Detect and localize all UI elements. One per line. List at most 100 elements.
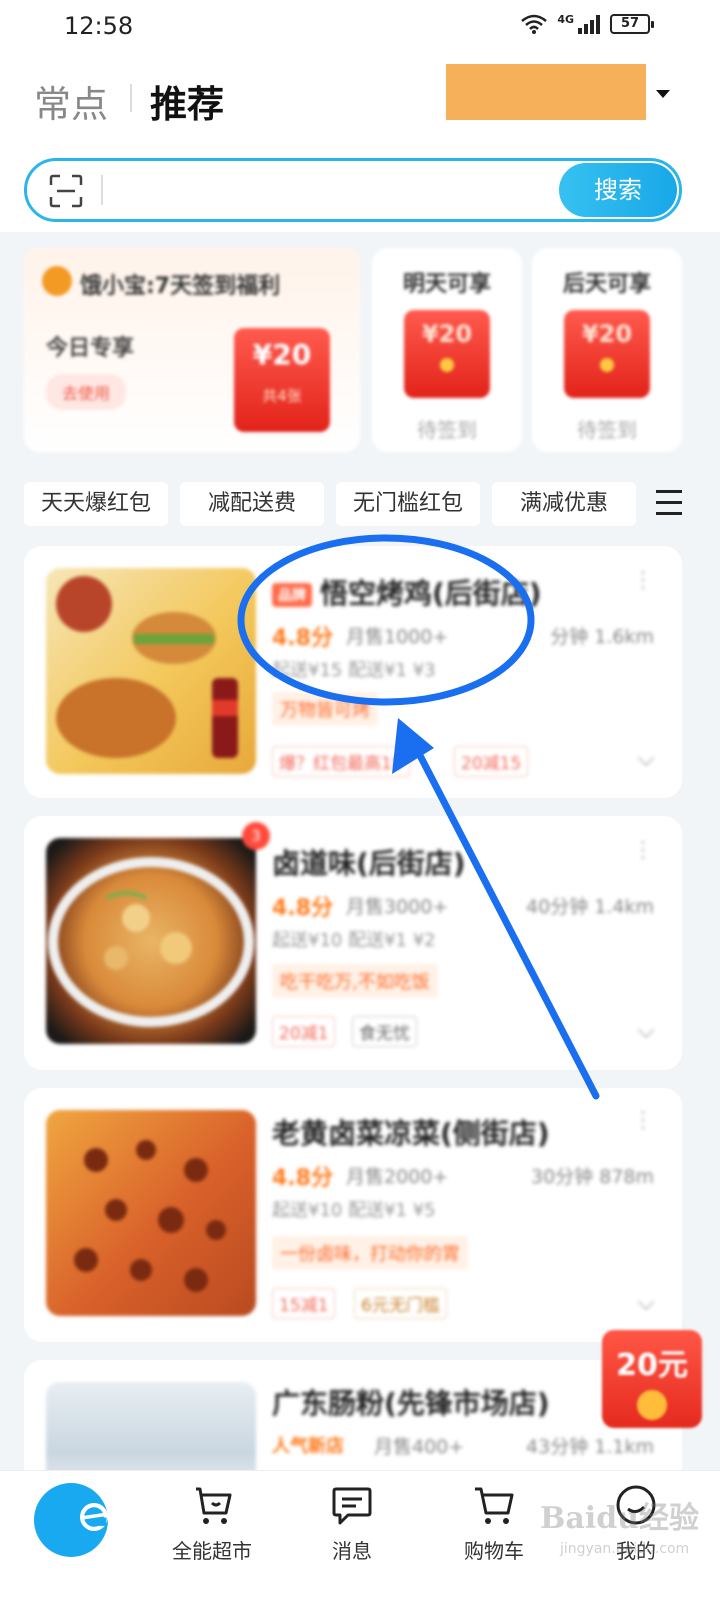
watermark-url: jingyan.baidu.com (560, 1541, 690, 1557)
status-bar: 12:58 4G 57 (0, 0, 720, 54)
store-monthly-sales: 月售2000+ (346, 1166, 449, 1188)
benefit-title: 饿小宝:7天签到福利 (80, 274, 281, 299)
store-card[interactable]: 老黄卤菜凉菜(侧街店) 4.8分 月售2000+ 30分钟 878m 起送¥10… (24, 1088, 682, 1342)
red-packet-amount: ¥20 (252, 338, 312, 371)
filter-chip[interactable]: 无门槛红包 (336, 482, 480, 526)
store-slogan: 万物皆可烤 (272, 692, 378, 726)
store-fees: 起送¥10 配送¥1 ¥2 (272, 930, 436, 951)
store-image (46, 838, 256, 1044)
store-monthly-sales: 月售3000+ (346, 896, 449, 918)
promo-tag: 15减1 (272, 1288, 336, 1319)
red-packet[interactable]: ¥20 共4张 (234, 328, 330, 432)
promo-tag: 爆？红包最高18 (272, 746, 410, 777)
chevron-down-icon[interactable] (637, 1293, 655, 1311)
store-card-content: 老黄卤菜凉菜(侧街店) 4.8分 月售2000+ 30分钟 878m 起送¥10… (24, 1088, 682, 1342)
nav-messages[interactable]: 消息 (292, 1471, 412, 1600)
filter-chip[interactable]: 满减优惠 (492, 482, 636, 526)
battery-icon: 57 (610, 14, 654, 34)
signal-icon (578, 14, 600, 34)
store-rating: 4.8分 (272, 896, 333, 921)
nav-home[interactable] (0, 1471, 120, 1600)
red-packet: ¥20 (404, 310, 490, 398)
red-packet: ¥20 (564, 310, 650, 398)
tab-divider (130, 84, 132, 112)
status-icons: 4G 57 (521, 12, 654, 34)
coin-icon (600, 358, 614, 372)
network-type: 4G (557, 12, 574, 26)
home-logo-icon (34, 1483, 108, 1557)
store-card-content: 卤道味(后街店) 4.8分 月售3000+ 40分钟 1.4km 起送¥10 配… (24, 816, 682, 1070)
mascot-icon (42, 266, 72, 296)
store-rating: 4.8分 (272, 626, 333, 651)
battery-level: 57 (620, 16, 640, 31)
search-bar[interactable]: 搜索 (24, 158, 682, 222)
coin-icon (637, 1390, 667, 1420)
nav-label: 购物车 (464, 1539, 524, 1563)
scan-icon[interactable] (49, 174, 83, 208)
day-title: 明天可享 (402, 272, 491, 297)
tab-recommend[interactable]: 推荐 (150, 74, 224, 128)
chevron-down-icon[interactable] (637, 1021, 655, 1039)
wifi-icon (521, 14, 548, 34)
search-separator (101, 175, 103, 205)
status-time: 12:58 (64, 12, 134, 40)
promo-tag: 6元无门槛 (354, 1288, 447, 1319)
store-monthly-sales: 月售400+ (374, 1436, 465, 1458)
nav-supermarket[interactable]: 全能超市 (152, 1471, 272, 1600)
search-button[interactable]: 搜索 (559, 163, 677, 217)
store-time-distance: 40分钟 1.4km (526, 896, 654, 918)
benefit-subtitle: 今日专享 (46, 336, 135, 361)
filter-chip[interactable]: 减配送费 (180, 482, 324, 526)
watermark-text: Baidu经验 (540, 1501, 699, 1536)
store-monthly-sales: 月售1000+ (346, 626, 449, 648)
signin-day-card[interactable]: 明天可享 ¥20 待签到 (372, 248, 522, 452)
tab-frequent[interactable]: 常点 (34, 74, 108, 128)
use-button[interactable]: 去使用 (46, 374, 127, 410)
signin-benefit-card[interactable]: 饿小宝:7天签到福利 今日专享 去使用 ¥20 共4张 (24, 248, 360, 452)
day-status: 待签到 (417, 418, 477, 442)
promo-tag: 食无忧 (352, 1016, 417, 1047)
day-status: 待签到 (577, 418, 637, 442)
store-fees: 起送¥10 配送¥1 ¥5 (272, 1200, 436, 1221)
top-header: 常点 推荐 (0, 54, 720, 150)
store-image (46, 1110, 256, 1316)
more-icon[interactable]: ⋮ (632, 1108, 654, 1133)
location-selector-redacted[interactable] (446, 64, 646, 120)
day-title: 后天可享 (562, 272, 651, 297)
store-name[interactable]: 卤道味(后街店) (272, 842, 466, 882)
cart-icon (475, 1487, 514, 1524)
store-name[interactable]: 广东肠粉(先锋市场店) (272, 1382, 550, 1422)
nav-cart[interactable]: 购物车 (434, 1471, 554, 1600)
store-slogan: 吃干吃万,不如吃饭 (272, 964, 438, 998)
store-card[interactable]: 卤道味(后街店) 4.8分 月售3000+ 40分钟 1.4km 起送¥10 配… (24, 816, 682, 1070)
store-card[interactable]: 品牌 悟空烤鸡(后街店) 4.8分 月售1000+ 分钟 1.6km 起送¥15 … (24, 546, 682, 798)
filter-chip[interactable]: 天天爆红包 (24, 482, 168, 526)
signin-day-card[interactable]: 后天可享 ¥20 待签到 (532, 248, 682, 452)
store-name[interactable]: 老黄卤菜凉菜(侧街店) (272, 1112, 550, 1152)
red-packet-amount: ¥20 (421, 320, 473, 348)
red-packet-count: 共4张 (262, 387, 302, 405)
red-packet-amount: ¥20 (581, 320, 633, 348)
nav-label: 消息 (332, 1539, 372, 1563)
store-time-distance: 43分钟 1.1km (526, 1436, 654, 1458)
chevron-down-icon[interactable] (637, 749, 655, 767)
brand-tag: 品牌 (272, 583, 312, 607)
search-area: 搜索 (0, 150, 720, 232)
floating-red-packet[interactable]: 20元 (602, 1330, 702, 1428)
store-name-text: 悟空烤鸡(后街店) (320, 577, 542, 610)
store-time-distance: 30分钟 878m (531, 1166, 654, 1188)
menu-icon[interactable] (656, 490, 682, 516)
store-rating: 4.8分 (272, 1166, 333, 1191)
coin-icon (440, 358, 454, 372)
message-icon (332, 1487, 372, 1525)
promo-tag: 20减1 (272, 1016, 336, 1047)
caret-down-icon[interactable] (656, 90, 670, 98)
store-card-content: 品牌 悟空烤鸡(后街店) 4.8分 月售1000+ 分钟 1.6km 起送¥15 … (24, 546, 682, 798)
store-slogan: 一份卤味，打动你的胃 (272, 1236, 468, 1270)
store-name[interactable]: 品牌 悟空烤鸡(后街店) (272, 572, 542, 612)
store-fees: 起送¥15 配送¥1 ¥3 (272, 660, 436, 681)
nav-label: 全能超市 (172, 1539, 252, 1563)
more-icon[interactable]: ⋮ (632, 568, 654, 593)
store-time-distance: 分钟 1.6km (550, 626, 654, 648)
more-icon[interactable]: ⋮ (632, 838, 654, 863)
